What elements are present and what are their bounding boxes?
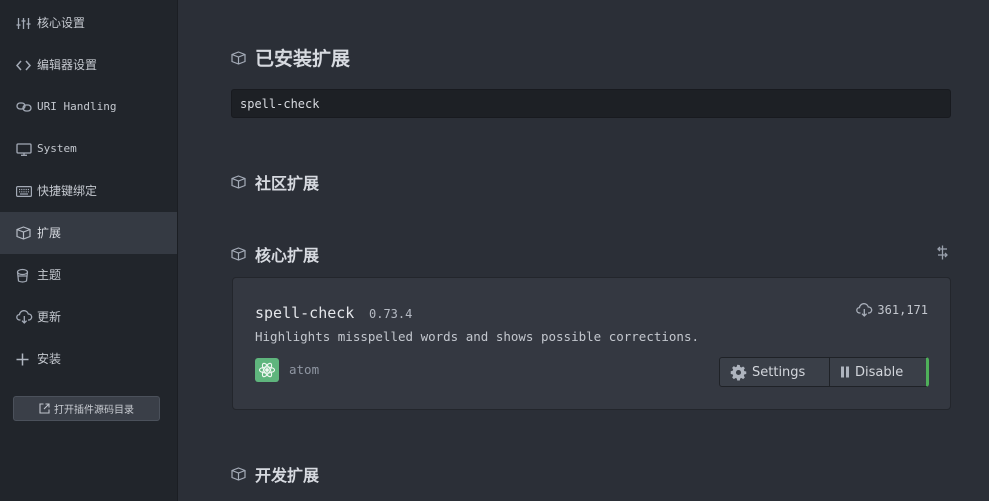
cloud-download-icon	[856, 303, 873, 317]
core-packages-heading[interactable]: 核心扩展	[231, 242, 319, 266]
settings-button-label: Settings	[752, 364, 806, 380]
cloud-download-icon	[16, 310, 34, 324]
code-icon	[16, 60, 34, 71]
download-count: 361,171	[856, 303, 928, 317]
sidebar-item-system[interactable]: System	[0, 128, 177, 170]
community-packages-title: 社区扩展	[255, 174, 320, 193]
sidebar-item-packages[interactable]: 扩展	[0, 212, 177, 254]
sidebar-item-updates[interactable]: 更新	[0, 296, 177, 338]
sidebar-item-label: 核心设置	[37, 16, 86, 30]
open-packages-folder-label: 打开插件源码目录	[54, 405, 134, 416]
sidebar-item-uri-handling[interactable]: URI Handling	[0, 86, 177, 128]
package-description: Highlights misspelled words and shows po…	[255, 329, 700, 344]
gear-icon	[730, 364, 747, 380]
settings-sidebar: 核心设置 编辑器设置 URI Handling System 快捷键绑定 扩展 …	[0, 0, 178, 501]
author-avatar[interactable]	[255, 358, 279, 382]
external-link-icon	[39, 403, 50, 414]
package-filter-input[interactable]	[231, 89, 951, 118]
disable-button[interactable]: Disable	[830, 357, 929, 387]
sidebar-item-label: 更新	[37, 310, 62, 324]
disable-button-label: Disable	[855, 364, 904, 380]
sidebar-item-label: System	[37, 142, 77, 155]
download-count-value: 361,171	[877, 303, 928, 317]
package-icon	[231, 467, 246, 481]
installed-packages-title: 已安装扩展	[255, 48, 351, 70]
package-icon	[231, 50, 246, 65]
sidebar-item-label: 编辑器设置	[37, 58, 98, 72]
package-actions: Settings Disable	[719, 357, 929, 387]
installed-packages-heading: 已安装扩展	[231, 44, 350, 71]
sidebar-item-core-settings[interactable]: 核心设置	[0, 2, 177, 44]
sidebar-item-label: 主题	[37, 268, 62, 282]
package-name[interactable]: spell-check	[255, 304, 354, 322]
sidebar-item-themes[interactable]: 主题	[0, 254, 177, 296]
link-icon	[16, 102, 34, 112]
package-icon	[231, 247, 246, 261]
sidebar-item-label: 快捷键绑定	[37, 184, 98, 198]
monitor-icon	[16, 142, 34, 156]
sidebar-item-keybindings[interactable]: 快捷键绑定	[0, 170, 177, 212]
core-packages-title: 核心扩展	[255, 246, 320, 265]
dev-packages-heading[interactable]: 开发扩展	[231, 462, 319, 486]
sidebar-item-install[interactable]: 安装	[0, 338, 177, 380]
keyboard-icon	[16, 185, 34, 197]
open-packages-folder-button[interactable]: 打开插件源码目录	[13, 396, 160, 421]
atom-icon	[258, 362, 276, 378]
settings-button[interactable]: Settings	[719, 357, 830, 387]
sidebar-item-label: 安装	[37, 352, 62, 366]
package-card[interactable]: spell-check 0.73.4 361,171 Highlights mi…	[232, 277, 951, 410]
sidebar-item-label: URI Handling	[37, 100, 117, 113]
dev-packages-title: 开发扩展	[255, 466, 320, 485]
package-icon	[231, 175, 246, 189]
community-packages-heading[interactable]: 社区扩展	[231, 170, 319, 194]
settings-main: 已安装扩展 社区扩展 核心扩展 spell-check 0.73.4	[178, 0, 989, 501]
package-version: 0.73.4	[369, 307, 413, 321]
pause-icon	[841, 366, 849, 378]
sidebar-item-editor-settings[interactable]: 编辑器设置	[0, 44, 177, 86]
plus-icon	[16, 353, 34, 366]
package-author[interactable]: atom	[289, 362, 319, 377]
package-icon	[16, 226, 34, 240]
section-toggle-icon[interactable]	[935, 245, 950, 264]
sliders-icon	[16, 17, 34, 30]
paintcan-icon	[16, 268, 34, 283]
sidebar-item-label: 扩展	[37, 226, 62, 240]
